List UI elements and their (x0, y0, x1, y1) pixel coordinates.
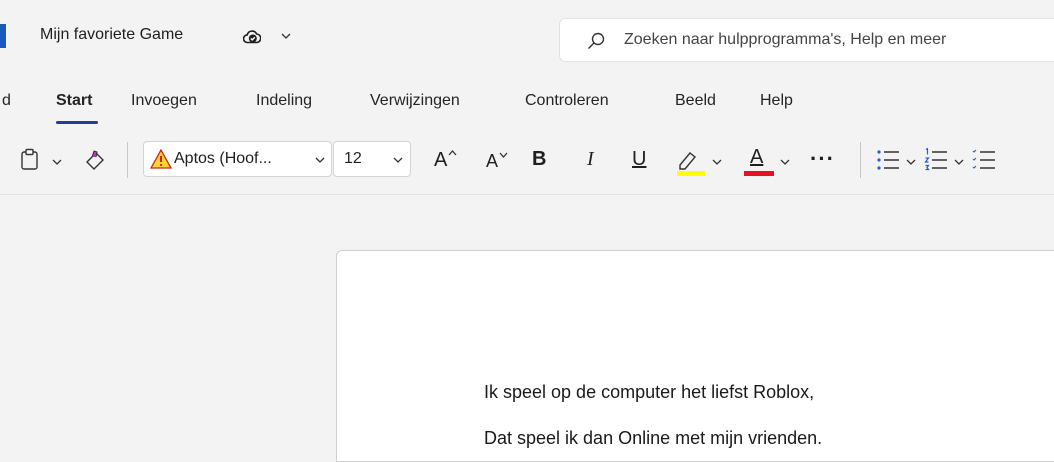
shrink-font-button[interactable]: A (486, 151, 512, 173)
font-chevron-down-icon (315, 157, 325, 163)
bullet-list-chevron-down-icon[interactable] (905, 156, 917, 168)
font-color-button[interactable]: A (744, 146, 774, 178)
font-color-chevron-down-icon[interactable] (779, 156, 791, 168)
toolbar-divider (127, 142, 128, 178)
tab-controleren[interactable]: Controleren (525, 92, 609, 110)
tab-indeling[interactable]: Indeling (256, 92, 312, 110)
tab-verwijzingen[interactable]: Verwijzingen (370, 92, 460, 110)
tab-invoegen[interactable]: Invoegen (131, 92, 197, 110)
word-app-icon[interactable] (0, 24, 6, 48)
active-tab-indicator (56, 121, 98, 124)
font-name-dropdown[interactable]: Aptos (Hoof... (143, 141, 332, 177)
size-chevron-down-icon (393, 157, 403, 163)
cloud-sync-icon[interactable] (243, 28, 261, 46)
numbered-list-chevron-down-icon[interactable] (953, 156, 965, 168)
tab-beeld[interactable]: Beeld (675, 92, 716, 110)
caret-down-icon (499, 152, 508, 158)
warning-icon (150, 149, 172, 169)
more-options-button[interactable]: ··· (810, 146, 835, 172)
shrink-font-letter: A (486, 151, 499, 171)
title-chevron-down-icon[interactable] (280, 30, 292, 42)
ribbon-tabs: d Start Invoegen Indeling Verwijzingen C… (0, 88, 1054, 118)
highlight-icon[interactable] (674, 147, 706, 177)
numbered-list-icon[interactable] (924, 148, 948, 172)
search-icon (588, 32, 605, 49)
grow-font-letter: A (434, 149, 448, 171)
tab-start[interactable]: Start (56, 92, 92, 110)
font-color-swatch (744, 171, 774, 176)
document-paragraph-1[interactable]: Ik speel op de computer het liefst Roblo… (484, 382, 814, 403)
bold-button[interactable]: B (532, 148, 546, 171)
underline-button[interactable]: U (632, 148, 646, 171)
search-box[interactable]: Zoeken naar hulpprogramma's, Help en mee… (559, 18, 1054, 62)
tab-help[interactable]: Help (760, 92, 793, 110)
grow-font-button[interactable]: A (434, 149, 462, 173)
toolbar-divider (860, 142, 861, 178)
font-size-dropdown[interactable]: 12 (333, 141, 411, 177)
paste-chevron-down-icon[interactable] (51, 156, 63, 168)
italic-button[interactable]: I (587, 148, 594, 171)
font-color-letter: A (750, 146, 764, 168)
title-bar: Mijn favoriete Game Zoeken naar hulpprog… (0, 0, 1054, 74)
tab-partial[interactable]: d (2, 92, 11, 110)
document-title[interactable]: Mijn favoriete Game (40, 26, 183, 44)
highlight-chevron-down-icon[interactable] (711, 156, 723, 168)
font-name-value: Aptos (Hoof... (174, 150, 272, 167)
search-placeholder: Zoeken naar hulpprogramma's, Help en mee… (624, 31, 947, 48)
multilevel-list-icon[interactable] (972, 148, 996, 172)
paste-icon[interactable] (20, 148, 42, 172)
format-painter-icon[interactable] (84, 148, 108, 172)
bullet-list-icon[interactable] (876, 148, 900, 172)
font-size-value: 12 (344, 150, 362, 167)
caret-up-icon (448, 150, 457, 156)
